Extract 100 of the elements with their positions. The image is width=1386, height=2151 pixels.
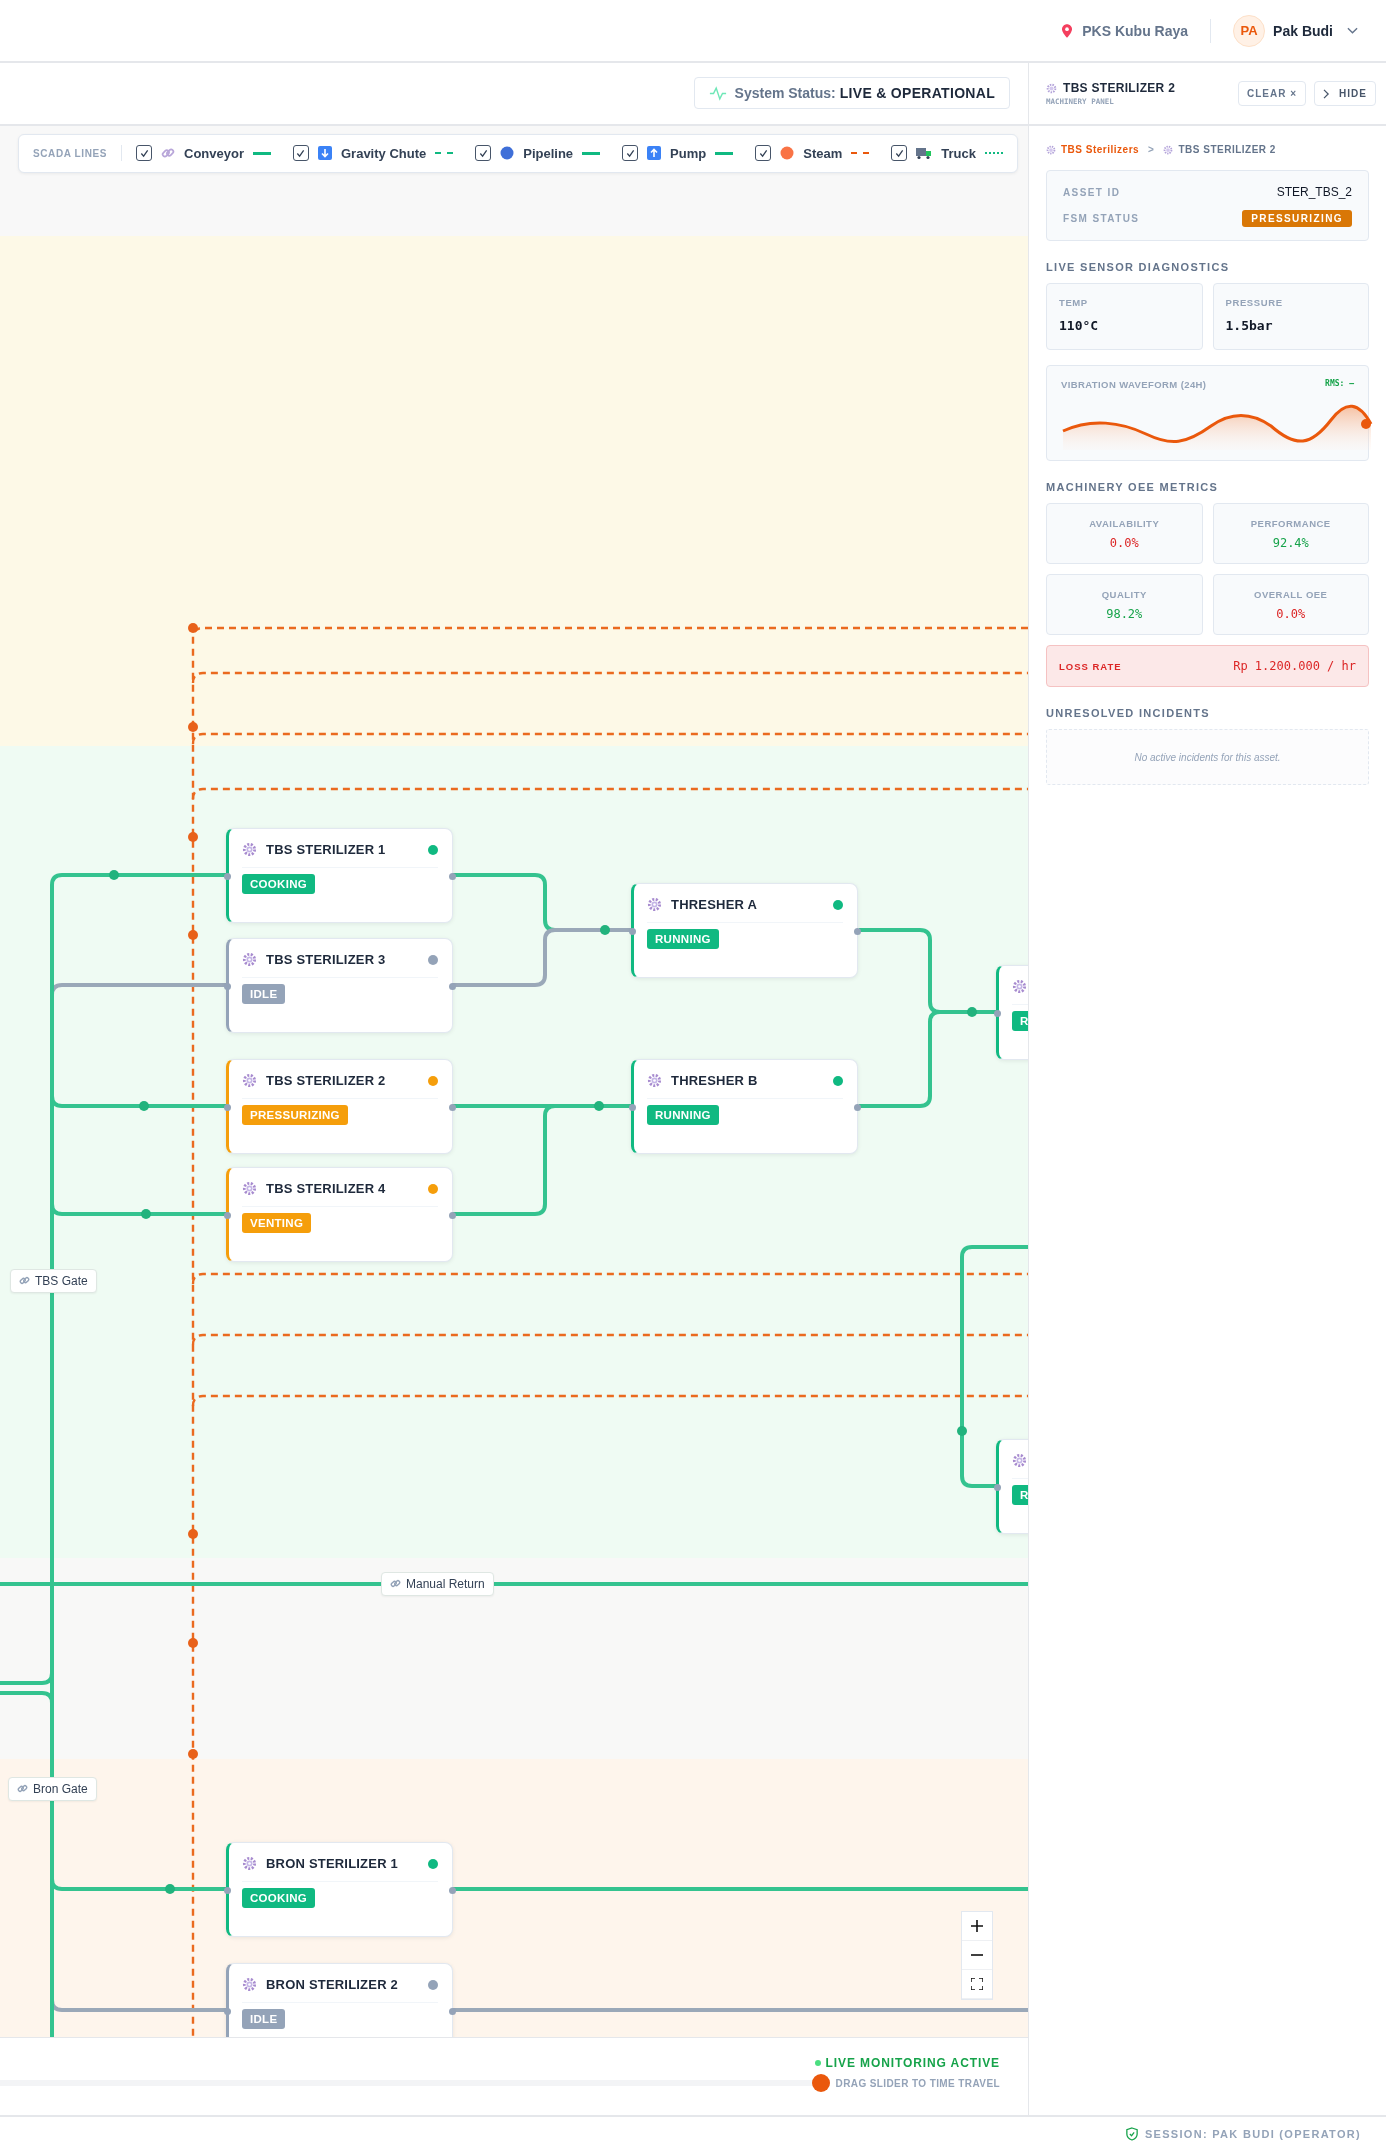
section-heading: LIVE SENSOR DIAGNOSTICS: [1046, 261, 1231, 273]
ball-icon: [500, 146, 515, 161]
gear-icon: [1046, 144, 1056, 155]
status-badge: RUNNING: [647, 1104, 719, 1125]
gate-label: TBS Gate: [35, 1273, 88, 1288]
flow-marker: [957, 1425, 967, 1436]
fsm-status-badge: PRESSURIZING: [1242, 210, 1352, 227]
checkbox[interactable]: [475, 145, 492, 162]
legend-title: SCADA LINES: [33, 147, 107, 159]
legend-label: Pump: [670, 145, 707, 161]
metric-label: AVAILABILITY: [1089, 517, 1160, 529]
legend-label: Steam: [803, 145, 843, 161]
status-badge: R: [1012, 1484, 1028, 1505]
flow-marker: [188, 929, 198, 940]
checkbox[interactable]: [891, 145, 908, 162]
check-icon: [139, 148, 149, 158]
connection-port[interactable]: [449, 2007, 456, 2015]
machine-node[interactable]: TBS STERILIZER 1 COOKING: [226, 827, 453, 923]
gear-icon: [242, 1856, 257, 1872]
connection-port[interactable]: [224, 872, 231, 880]
flow-marker: [600, 924, 610, 935]
checkbox[interactable]: [622, 145, 639, 162]
status-badge: COOKING: [242, 1887, 316, 1908]
map-pin-icon: [1062, 23, 1073, 38]
connection-port[interactable]: [224, 982, 231, 990]
connection-port[interactable]: [449, 982, 456, 990]
connection-port[interactable]: [449, 1211, 456, 1219]
machine-node[interactable]: THRESHER B RUNNING: [631, 1058, 858, 1154]
connection-port[interactable]: [449, 1103, 456, 1111]
pulse-icon: [708, 86, 727, 101]
metric-label: OVERALL OEE: [1254, 588, 1328, 600]
connection-port[interactable]: [224, 2007, 231, 2015]
shield-check-icon: [1125, 2127, 1138, 2141]
metric-value: 92.4%: [1272, 535, 1309, 550]
connection-port[interactable]: [854, 1103, 861, 1111]
loss-rate-label: LOSS RATE: [1059, 660, 1122, 672]
connection-port[interactable]: [224, 1211, 231, 1219]
status-badge: PRESSURIZING: [242, 1104, 348, 1125]
live-dot: [814, 2060, 821, 2067]
gear-icon: [242, 842, 257, 858]
flow-marker: [188, 721, 198, 732]
legend-label: Pipeline: [523, 145, 574, 161]
connection-port[interactable]: [994, 1009, 1001, 1017]
checkbox[interactable]: [293, 145, 309, 162]
checkbox[interactable]: [136, 145, 152, 162]
hide-button[interactable]: HIDE: [1314, 81, 1376, 106]
gear-icon: [1012, 1453, 1027, 1469]
machine-node[interactable]: TBS STERILIZER 3 IDLE: [226, 937, 453, 1033]
status-label: System Status:: [734, 85, 836, 102]
breadcrumb-link[interactable]: TBS STERILIZER 2: [1178, 144, 1276, 155]
chevron-down-icon[interactable]: [1347, 26, 1358, 35]
metric-value: 0.0%: [1109, 535, 1139, 550]
link-icon: [390, 1578, 401, 1590]
connection-port[interactable]: [994, 1483, 1001, 1491]
gate-label: Bron Gate: [33, 1781, 88, 1796]
gear-icon: [1046, 82, 1057, 94]
status-badge: R: [1012, 1010, 1028, 1031]
check-icon: [296, 148, 306, 158]
connection-port[interactable]: [449, 1886, 456, 1894]
slider-thumb[interactable]: [812, 2074, 830, 2093]
waveform-title: VIBRATION WAVEFORM (24H): [1061, 379, 1207, 390]
metric-value: 0.0%: [1276, 606, 1306, 621]
machine-node[interactable]: BRON STERILIZER 1 COOKING: [226, 1841, 453, 1937]
connection-port[interactable]: [224, 1886, 231, 1894]
plus-icon: [971, 1919, 983, 1932]
down-arrow-icon: [318, 146, 332, 161]
machine-node[interactable]: TBS STERILIZER 4 VENTING: [226, 1166, 453, 1262]
check-icon: [625, 148, 635, 158]
check-icon: [758, 148, 768, 158]
breadcrumb-link[interactable]: TBS Sterilizers: [1061, 144, 1140, 155]
gear-icon: [242, 1181, 257, 1197]
connection-port[interactable]: [629, 1103, 636, 1111]
plant-name: PKS Kubu Raya: [1082, 22, 1189, 39]
gear-icon: [1163, 144, 1174, 155]
metric-label: QUALITY: [1101, 588, 1147, 600]
connection-port[interactable]: [854, 927, 861, 935]
loss-rate-value: Rp 1.200.000 / hr: [1233, 659, 1356, 673]
flow-marker: [188, 1637, 198, 1648]
machine-node[interactable]: THRESHER A RUNNING: [631, 882, 858, 978]
machine-node[interactable]: BRON STERILIZER 2 IDLE: [226, 1962, 453, 2038]
machine-node[interactable]: TBS STERILIZER 2 PRESSURIZING: [226, 1058, 453, 1154]
connection-port[interactable]: [224, 1103, 231, 1111]
user-name[interactable]: Pak Budi: [1273, 22, 1333, 39]
gear-icon: [242, 1977, 257, 1993]
machine-name: BRON STERILIZER 1: [266, 1856, 399, 1872]
status-badge: COOKING: [242, 873, 316, 894]
clear-button[interactable]: CLEAR ×: [1238, 81, 1307, 106]
sensor-label: TEMP: [1059, 297, 1089, 308]
checkbox[interactable]: [755, 145, 772, 162]
flow-marker: [967, 1006, 977, 1017]
asset-id-label: ASSET ID: [1063, 186, 1121, 198]
connection-port[interactable]: [449, 872, 456, 880]
panel-title: TBS STERILIZER 2: [1063, 81, 1176, 95]
live-monitoring-label: LIVE MONITORING ACTIVE: [825, 2056, 1000, 2071]
connection-port[interactable]: [629, 927, 636, 935]
flow-marker: [165, 1883, 175, 1894]
rms-value: RMS: –: [1325, 379, 1354, 390]
machine-name: TBS STERILIZER 2: [266, 1073, 387, 1089]
flow-marker: [188, 1528, 198, 1539]
legend-label: Conveyor: [184, 145, 244, 161]
